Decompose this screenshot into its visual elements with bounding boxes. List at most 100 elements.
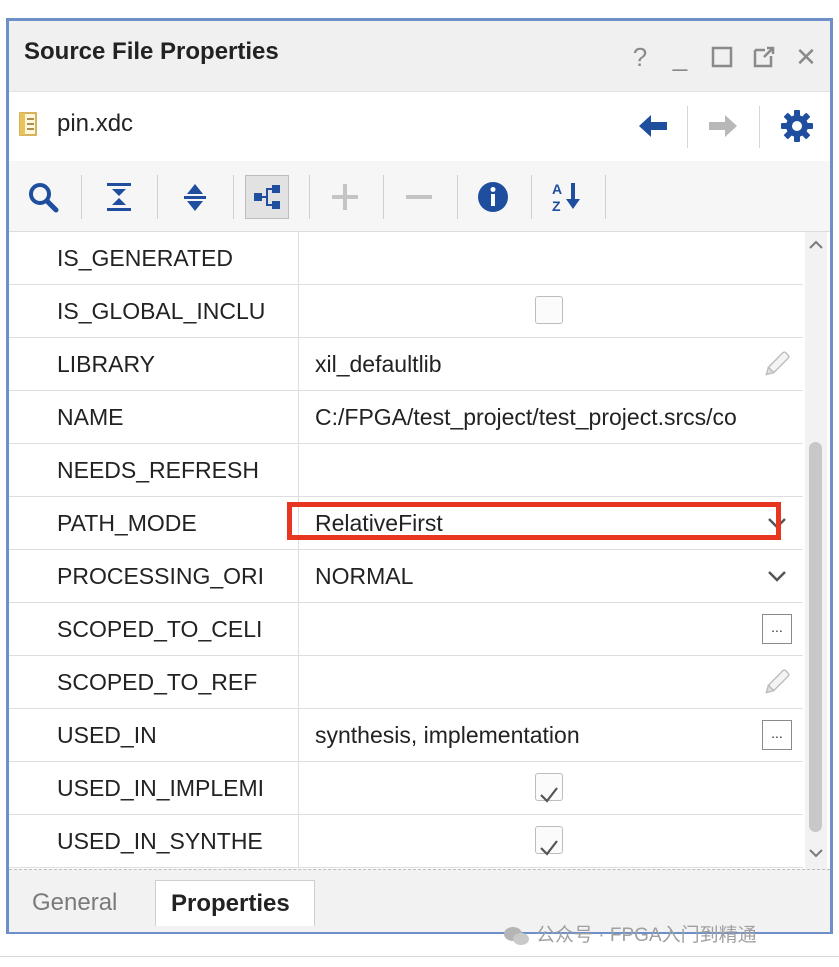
chevron-down-icon[interactable]: [761, 507, 793, 539]
gear-icon[interactable]: [777, 106, 817, 146]
property-value-text: NORMAL: [315, 563, 414, 589]
property-value[interactable]: [299, 762, 803, 814]
properties-toolbar: AZ: [9, 161, 830, 232]
vertical-scrollbar[interactable]: [805, 232, 827, 869]
toolbar-separator: [157, 175, 158, 219]
property-row[interactable]: PATH_MODE RelativeFirst: [9, 497, 803, 550]
tab-general[interactable]: General: [17, 880, 132, 926]
check-icon: [540, 787, 558, 803]
property-row[interactable]: NAME C:/FPGA/test_project/test_project.sr…: [9, 391, 803, 444]
property-name: IS_GENERATED: [9, 232, 299, 284]
file-header: pin.xdc: [9, 91, 830, 163]
property-name: NEEDS_REFRESH: [9, 444, 299, 496]
toolbar-separator: [531, 175, 532, 219]
property-value[interactable]: [299, 815, 803, 867]
toolbar-separator: [81, 175, 82, 219]
forward-icon[interactable]: [703, 106, 743, 146]
property-row[interactable]: PROCESSING_ORI NORMAL: [9, 550, 803, 603]
property-row[interactable]: USED_IN_SYNTHE: [9, 815, 803, 868]
property-row[interactable]: USED_IN_IMPLEMI: [9, 762, 803, 815]
svg-text:A: A: [552, 181, 562, 197]
add-icon[interactable]: [323, 175, 367, 219]
property-value[interactable]: C:/FPGA/test_project/test_project.srcs/c…: [299, 391, 803, 443]
property-row[interactable]: SCOPED_TO_CELI...: [9, 603, 803, 656]
ellipsis-label: ...: [762, 720, 792, 750]
property-value[interactable]: xil_defaultlib: [299, 338, 803, 390]
separator: [759, 106, 760, 148]
property-row[interactable]: IS_GLOBAL_INCLU: [9, 285, 803, 338]
ellipsis-button[interactable]: ...: [761, 719, 793, 751]
collapse-all-icon[interactable]: [97, 175, 141, 219]
window-titlebar[interactable]: Source File Properties ? _ ✕: [9, 21, 830, 91]
maximize-icon[interactable]: [707, 41, 737, 73]
property-name: USED_IN_IMPLEMI: [9, 762, 299, 814]
pencil-icon[interactable]: [761, 666, 793, 698]
properties-table: IS_GENERATED IS_GLOBAL_INCLU LIBRARY xil_de…: [9, 232, 830, 869]
svg-text:Z: Z: [552, 198, 561, 214]
tab-properties[interactable]: Properties: [155, 880, 315, 926]
watermark: 公众号 · FPGA入门到精通: [502, 920, 757, 947]
wechat-icon: [504, 926, 529, 945]
expand-all-icon[interactable]: [173, 175, 217, 219]
property-value[interactable]: synthesis, implementation...: [299, 709, 803, 761]
property-checkbox[interactable]: [535, 826, 563, 856]
window-title: Source File Properties: [24, 38, 279, 65]
file-name: pin.xdc: [57, 110, 134, 137]
property-row[interactable]: IS_GENERATED: [9, 232, 803, 285]
property-value-text: synthesis, implementation: [315, 722, 580, 748]
file-icon: [19, 112, 37, 136]
chevron-down-icon[interactable]: [761, 560, 793, 592]
info-icon[interactable]: [471, 175, 515, 219]
remove-icon[interactable]: [397, 175, 441, 219]
source-file-properties-window: Source File Properties ? _ ✕ pin.xdc A Z…: [6, 18, 833, 934]
search-icon[interactable]: [21, 175, 65, 219]
property-name: SCOPED_TO_CELI: [9, 603, 299, 655]
watermark-text: 公众号 · FPGA入门到精通: [536, 925, 757, 946]
scroll-thumb[interactable]: [809, 442, 822, 832]
property-name: NAME: [9, 391, 299, 443]
help-icon[interactable]: ?: [625, 41, 655, 73]
close-icon[interactable]: ✕: [791, 41, 821, 73]
separator: [687, 106, 688, 148]
ellipsis-label: ...: [762, 614, 792, 644]
property-value[interactable]: NORMAL: [299, 550, 803, 602]
toolbar-separator: [383, 175, 384, 219]
scroll-down-icon[interactable]: [808, 846, 824, 865]
property-value-text: xil_defaultlib: [315, 351, 442, 377]
toolbar-separator: [457, 175, 458, 219]
group-icon[interactable]: [245, 175, 289, 219]
property-value[interactable]: [299, 285, 803, 337]
pencil-icon[interactable]: [761, 348, 793, 380]
back-icon[interactable]: [633, 106, 673, 146]
property-name: USED_IN_SYNTHE: [9, 815, 299, 867]
minimize-icon[interactable]: _: [665, 41, 695, 73]
toolbar-separator: [309, 175, 310, 219]
property-value[interactable]: ...: [299, 603, 803, 655]
toolbar-separator: [233, 175, 234, 219]
property-name: PROCESSING_ORI: [9, 550, 299, 602]
property-row[interactable]: USED_IN synthesis, implementation...: [9, 709, 803, 762]
check-icon: [540, 840, 558, 856]
sort-icon[interactable]: AZ: [545, 175, 589, 219]
divider: [0, 956, 839, 957]
scroll-up-icon[interactable]: [808, 238, 824, 257]
property-value[interactable]: RelativeFirst: [299, 497, 803, 549]
property-name: IS_GLOBAL_INCLU: [9, 285, 299, 337]
property-value[interactable]: [299, 444, 803, 496]
property-row[interactable]: NEEDS_REFRESH: [9, 444, 803, 497]
property-name: PATH_MODE: [9, 497, 299, 549]
property-row[interactable]: LIBRARY xil_defaultlib: [9, 338, 803, 391]
property-name: SCOPED_TO_REF: [9, 656, 299, 708]
property-value-text: RelativeFirst: [315, 510, 443, 536]
property-value[interactable]: [299, 656, 803, 708]
property-checkbox[interactable]: [535, 773, 563, 803]
property-row[interactable]: SCOPED_TO_REF: [9, 656, 803, 709]
property-value[interactable]: [299, 232, 803, 284]
property-checkbox[interactable]: [535, 296, 563, 324]
property-name: USED_IN: [9, 709, 299, 761]
float-icon[interactable]: [749, 41, 779, 73]
ellipsis-button[interactable]: ...: [761, 613, 793, 645]
toolbar-separator: [605, 175, 606, 219]
property-value-text: C:/FPGA/test_project/test_project.srcs/c…: [315, 404, 737, 430]
property-name: LIBRARY: [9, 338, 299, 390]
